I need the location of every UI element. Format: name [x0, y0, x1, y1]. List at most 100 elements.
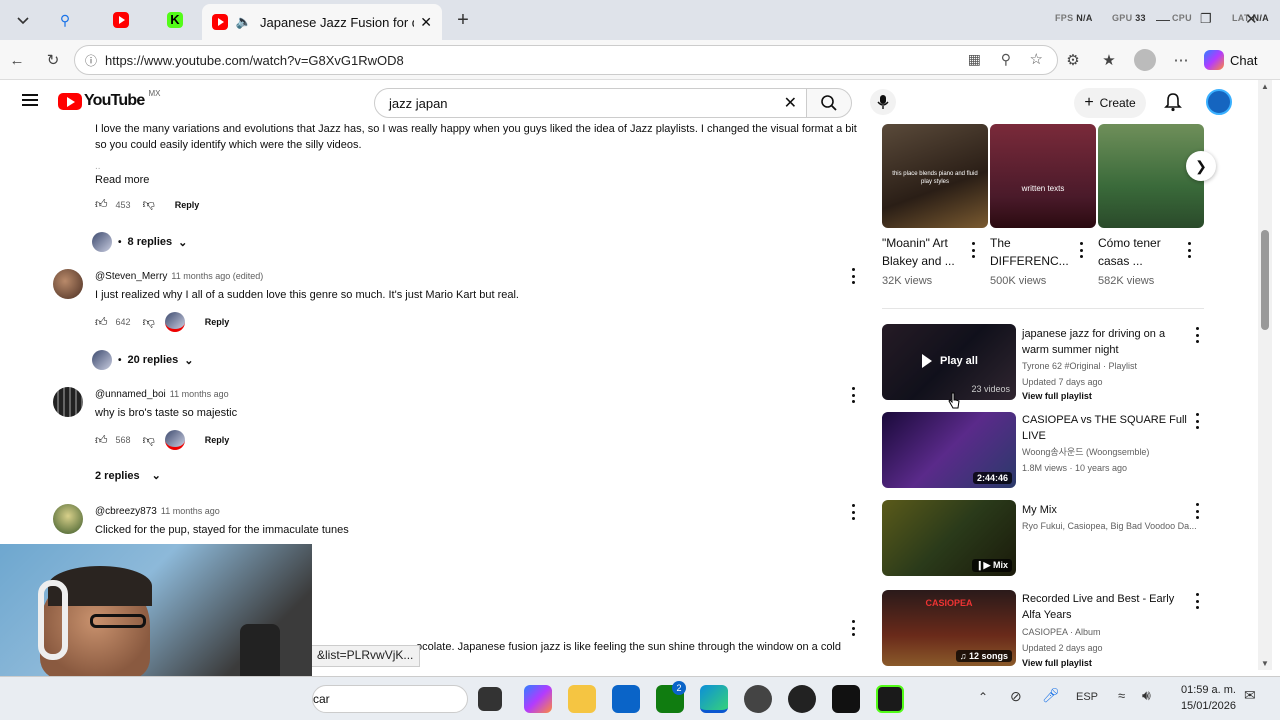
create-button[interactable]: + Create [1074, 88, 1146, 118]
address-bar[interactable]: ⓘ https://www.youtube.com/watch?v=G8XvG1… [74, 45, 1058, 75]
search-input[interactable]: jazz japan ✕ [374, 88, 808, 118]
rec-menu-icon[interactable] [1194, 413, 1200, 429]
voice-search-button[interactable] [870, 89, 896, 115]
short-menu-icon[interactable] [1186, 242, 1192, 258]
scroll-up-icon[interactable]: ▲ [1261, 82, 1269, 91]
scroll-down-icon[interactable]: ▼ [1261, 659, 1269, 668]
play-all-overlay[interactable]: Play all [922, 354, 978, 368]
rec-title[interactable]: japanese jazz for driving on a warm summ… [1022, 326, 1188, 358]
language-indicator[interactable]: ESP [1076, 691, 1098, 703]
view-full-playlist-link[interactable]: View full playlist [1022, 391, 1092, 401]
notifications-bell-icon[interactable] [1164, 92, 1182, 117]
edge-icon[interactable] [700, 685, 728, 713]
view-full-playlist-link[interactable]: View full playlist [1022, 658, 1092, 668]
search-button[interactable] [806, 88, 852, 118]
favorite-star-icon[interactable]: ☆ [1030, 50, 1043, 68]
outlook-icon[interactable] [612, 685, 640, 713]
hamburger-menu-icon[interactable] [22, 93, 38, 112]
close-tab-icon[interactable]: ✕ [420, 14, 432, 31]
rec-menu-icon[interactable] [1194, 503, 1200, 519]
page-scrollbar[interactable]: ▲ ▼ [1258, 80, 1272, 670]
close-window-icon[interactable]: ✕ [1245, 10, 1258, 28]
extension-icon[interactable]: ⚙ [1062, 49, 1084, 71]
scrollbar-thumb[interactable] [1261, 230, 1269, 330]
favorites-icon[interactable]: ★ [1098, 49, 1120, 71]
replies-toggle[interactable]: • 8 replies ⌄ [92, 232, 187, 252]
speaker-icon[interactable]: 🔈 [236, 14, 252, 30]
more-icon[interactable]: ⋯ [1170, 49, 1192, 71]
read-more-link[interactable]: Read more [95, 172, 149, 188]
tab-search[interactable]: ⚲ [42, 6, 88, 34]
reply-button[interactable]: Reply [175, 200, 200, 210]
short-thumbnail[interactable] [1098, 124, 1204, 228]
like-icon[interactable]: 👍︎ [95, 315, 108, 330]
rec-channel[interactable]: CASIOPEA · Album [1022, 625, 1101, 639]
chevron-up-icon[interactable]: ⌃ [978, 690, 988, 704]
comment-menu-icon[interactable] [850, 268, 856, 284]
profile-avatar[interactable] [1134, 49, 1156, 71]
short-title[interactable]: The DIFFERENC... [990, 234, 1069, 270]
reply-button[interactable]: Reply [205, 317, 230, 327]
notifications-icon[interactable]: ✉ [1244, 687, 1256, 704]
comment-timestamp[interactable]: 11 months ago [161, 506, 220, 516]
rec-menu-icon[interactable] [1194, 593, 1200, 609]
clear-search-icon[interactable]: ✕ [784, 93, 797, 113]
tab-youtube[interactable] [98, 6, 144, 34]
album-thumbnail[interactable]: CASIOPEA ♫ 12 songs [882, 590, 1016, 666]
replies-toggle[interactable]: • 20 replies ⌄ [92, 350, 194, 370]
chevron-right-icon[interactable]: ❯ [1186, 151, 1216, 181]
comment-author[interactable]: @unnamed_boi [95, 389, 166, 400]
tab-list-button[interactable] [0, 6, 46, 34]
short-menu-icon[interactable] [1078, 242, 1084, 258]
copilot-app-icon[interactable] [524, 685, 552, 713]
short-thumbnail[interactable]: written texts [990, 124, 1096, 228]
minimize-icon[interactable]: — [1156, 11, 1170, 27]
obs-icon[interactable] [744, 685, 772, 713]
comment-menu-icon[interactable] [850, 504, 856, 520]
apps-icon[interactable]: ▦ [968, 51, 981, 68]
volume-icon[interactable]: 🔊︎ [1142, 687, 1151, 704]
site-info-icon[interactable]: ⓘ [85, 52, 97, 69]
comment-author[interactable]: @cbreezy873 [95, 506, 157, 517]
restore-icon[interactable]: ❐ [1200, 11, 1212, 27]
new-tab-button[interactable]: + [440, 6, 486, 34]
comment-timestamp[interactable]: 11 months ago (edited) [171, 271, 263, 281]
replies-toggle[interactable]: 2 replies ⌄ [95, 469, 161, 483]
network-off-icon[interactable]: ⊘ [1010, 688, 1022, 705]
back-arrow-icon[interactable]: ← [6, 49, 28, 71]
mix-thumbnail[interactable]: ❙▶ Mix [882, 500, 1016, 576]
audio-app-icon[interactable] [832, 685, 860, 713]
taskbar-search[interactable]: car [312, 685, 468, 713]
avatar[interactable] [53, 504, 83, 534]
wifi-icon[interactable]: ≈ [1118, 688, 1125, 703]
file-explorer-icon[interactable] [568, 685, 596, 713]
task-view-icon[interactable] [478, 687, 502, 711]
comment-author[interactable]: @Steven_Merry [95, 271, 167, 282]
terminal-app-icon[interactable] [876, 685, 904, 713]
like-icon[interactable]: 👍︎ [95, 197, 108, 212]
microphone-icon[interactable]: 🎤︎ [1042, 687, 1060, 704]
comment-timestamp[interactable]: 11 months ago [170, 389, 229, 399]
avatar[interactable] [53, 387, 83, 417]
like-icon[interactable]: 👍︎ [95, 433, 108, 448]
reply-button[interactable]: Reply [205, 435, 230, 445]
dislike-icon[interactable]: 👎︎ [143, 433, 155, 448]
short-menu-icon[interactable] [970, 242, 976, 258]
rec-channel[interactable]: Woong송사운드 (Woongsemble) [1022, 445, 1149, 459]
reload-icon[interactable]: ↻ [42, 49, 64, 71]
comment-menu-icon[interactable] [850, 387, 856, 403]
playlist-thumbnail[interactable]: Play all 23 videos [882, 324, 1016, 400]
rec-menu-icon[interactable] [1194, 327, 1200, 343]
short-title[interactable]: "Moanin" Art Blakey and ... [882, 234, 955, 270]
rec-channel[interactable]: Tyrone 62 #Original · Playlist [1022, 359, 1137, 373]
account-avatar[interactable] [1206, 89, 1232, 115]
rec-title[interactable]: CASIOPEA vs THE SQUARE Full LIVE [1022, 412, 1188, 444]
dislike-icon[interactable]: 👎︎ [143, 315, 155, 330]
clock[interactable]: 01:59 a. m. 15/01/2026 [1174, 682, 1236, 714]
avatar[interactable] [53, 269, 83, 299]
zoom-icon[interactable]: ⚲ [1001, 51, 1011, 68]
short-thumbnail[interactable]: this place blends piano and fluid play s… [882, 124, 988, 228]
youtube-logo[interactable]: YouTube MX [58, 89, 160, 110]
rec-title[interactable]: My Mix [1022, 502, 1188, 518]
rec-title[interactable]: Recorded Live and Best - Early Alfa Year… [1022, 591, 1188, 623]
